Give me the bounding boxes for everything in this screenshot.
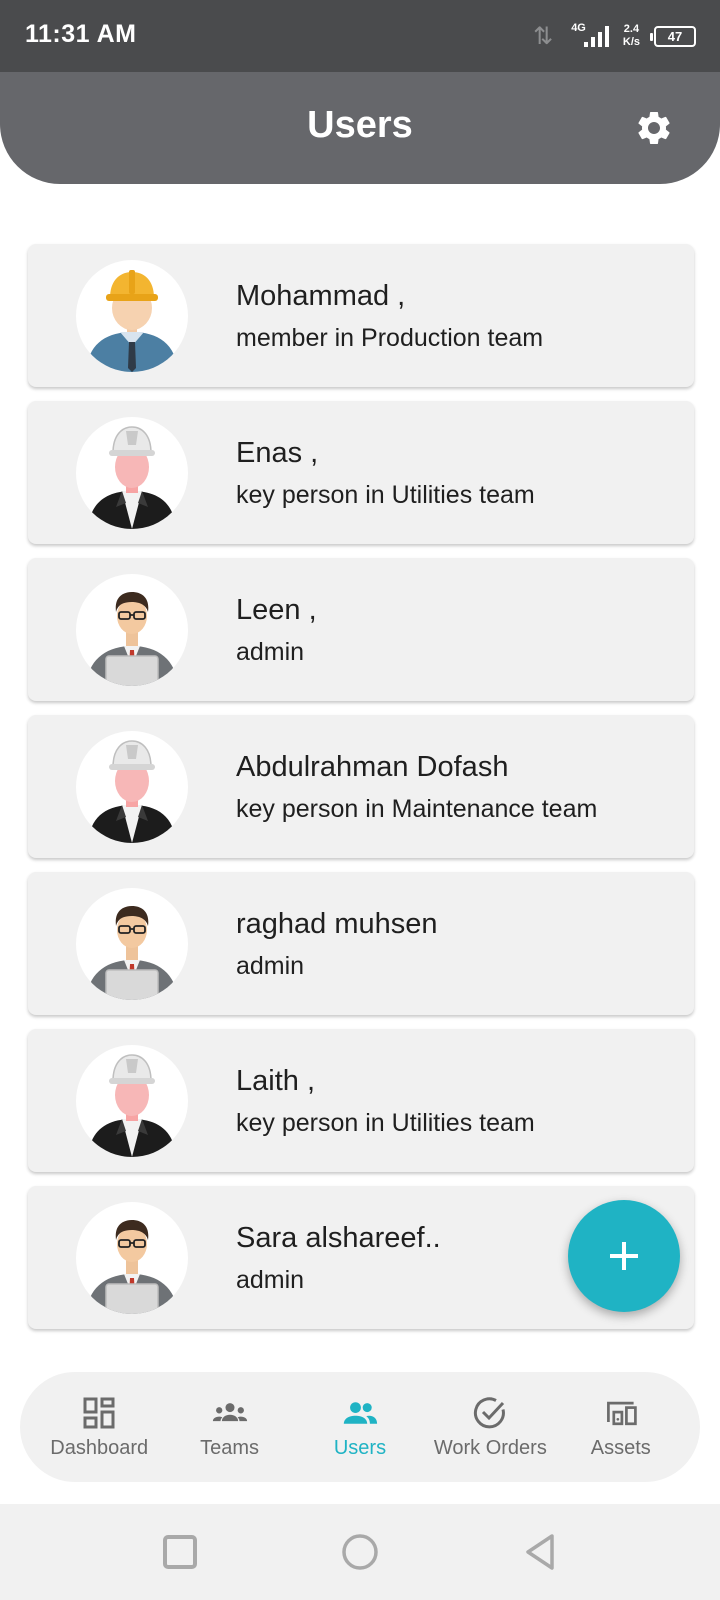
avatar — [76, 417, 188, 529]
nav-item-assets[interactable]: Assets — [558, 1382, 683, 1472]
user-card[interactable]: Leen , admin — [28, 558, 694, 701]
user-role: key person in Maintenance team — [236, 795, 598, 823]
speed-value: 2.4 — [623, 23, 640, 35]
add-user-button[interactable] — [568, 1200, 680, 1312]
nav-item-users[interactable]: Users — [297, 1382, 422, 1472]
user-name: Abdulrahman Dofash — [236, 751, 509, 783]
nav-label-teams: Teams — [200, 1436, 260, 1459]
user-role: key person in Utilities team — [236, 1109, 535, 1137]
user-card[interactable]: Mohammad , member in Production team — [28, 244, 694, 387]
nav-item-teams[interactable]: Teams — [167, 1382, 292, 1472]
app-header: Users — [0, 72, 720, 184]
user-name: raghad muhsen — [236, 908, 438, 940]
status-indicators: ⇅ 4G 2.4 K/s 47 — [533, 16, 696, 56]
user-name: Laith , — [236, 1065, 315, 1097]
avatar — [76, 888, 188, 1000]
check-circle-icon — [472, 1395, 508, 1431]
user-name: Sara alshareef.. — [236, 1222, 441, 1254]
nav-label-work-orders: Work Orders — [433, 1436, 547, 1459]
devices-icon — [603, 1395, 639, 1431]
user-role: admin — [236, 1266, 305, 1294]
nav-label-dashboard: Dashboard — [50, 1436, 149, 1459]
status-bar: 11:31 AM ⇅ 4G 2.4 K/s 47 — [0, 0, 720, 72]
teams-icon — [212, 1395, 248, 1431]
user-card[interactable]: Enas , key person in Utilities team — [28, 401, 694, 544]
network-type: 4G — [571, 22, 586, 34]
bottom-nav: Dashboard Teams Users Work Orders Assets — [20, 1372, 700, 1482]
data-transfer-icon: ⇅ — [533, 22, 554, 50]
user-name: Leen , — [236, 594, 317, 626]
gear-icon — [638, 111, 670, 144]
dashboard-icon — [81, 1395, 117, 1431]
user-role: key person in Utilities team — [236, 481, 535, 509]
user-card[interactable]: raghad muhsen admin — [28, 872, 694, 1015]
user-card[interactable]: Laith , key person in Utilities team — [28, 1029, 694, 1172]
nav-item-work-orders[interactable]: Work Orders — [428, 1382, 553, 1472]
user-role: admin — [236, 638, 305, 666]
avatar — [76, 1045, 188, 1157]
nav-label-assets: Assets — [590, 1436, 651, 1459]
battery-icon: 47 — [650, 25, 696, 47]
status-time: 11:31 AM — [25, 20, 137, 48]
nav-label-users: Users — [333, 1436, 387, 1459]
avatar — [76, 731, 188, 843]
recent-apps-icon[interactable] — [160, 1532, 200, 1572]
avatar — [76, 574, 188, 686]
settings-button[interactable] — [632, 106, 676, 150]
nav-item-dashboard[interactable]: Dashboard — [37, 1382, 162, 1472]
user-role: admin — [236, 952, 305, 980]
system-nav-bar — [0, 1504, 720, 1600]
users-icon — [342, 1395, 378, 1431]
signal-icon — [583, 25, 609, 47]
back-icon[interactable] — [520, 1532, 560, 1572]
user-card[interactable]: Abdulrahman Dofash key person in Maintena… — [28, 715, 694, 858]
plus-icon — [610, 1242, 638, 1270]
avatar — [76, 260, 188, 372]
user-role: member in Production team — [236, 324, 544, 352]
network-speed: 2.4 K/s — [623, 23, 640, 49]
home-icon[interactable] — [340, 1532, 380, 1572]
page-title: Users — [307, 104, 413, 146]
speed-unit: K/s — [622, 36, 640, 48]
user-name: Mohammad , — [236, 280, 406, 312]
avatar — [76, 1202, 188, 1314]
user-name: Enas , — [236, 437, 319, 469]
battery-level: 47 — [667, 28, 683, 44]
